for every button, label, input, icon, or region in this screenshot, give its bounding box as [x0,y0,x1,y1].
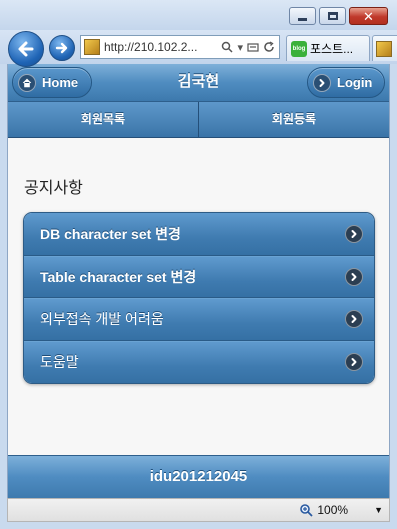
page-footer: idu201212045 [8,455,389,498]
home-icon [18,73,36,92]
notice-item-label: DB character set 변경 [40,225,181,242]
tab-label: 포스트... [310,42,354,56]
nav-tabbar: 회원목록 회원등록 [8,102,389,138]
chevron-right-icon [345,310,363,329]
notice-item[interactable]: DB character set 변경 [24,213,374,256]
compat-view-icon[interactable] [247,41,259,53]
forward-button[interactable] [49,35,75,61]
address-tools: ▾ [221,41,279,54]
notice-item[interactable]: 외부접속 개발 어려움 [24,298,374,341]
browser-navbar: http://210.102.2... ▾ blog 포스트... [0,30,397,67]
refresh-icon[interactable] [263,41,275,53]
notice-item-label: 외부접속 개발 어려움 [40,311,164,328]
notice-list: DB character set 변경 Table character set … [23,212,375,384]
browser-statusbar: 100% ▼ [7,498,390,522]
browser-tab-post[interactable]: blog 포스트... [286,35,370,61]
notice-item[interactable]: Table character set 변경 [24,255,374,298]
maximize-icon [327,12,338,20]
zoom-icon[interactable] [299,503,314,517]
notice-item[interactable]: 도움말 [24,340,374,383]
dropdown-caret-icon[interactable]: ▼ [374,505,383,515]
home-button[interactable]: Home [12,67,92,98]
login-button-label: Login [337,75,373,90]
chevron-right-icon [345,224,363,243]
browser-tab-other[interactable] [372,35,397,61]
page-viewport: Home 김국현 Login 회원목록 회원등록 공지사항 DB charact… [7,64,390,498]
chevron-right-icon [313,73,331,92]
maximize-button[interactable] [319,7,346,25]
dropdown-caret-icon[interactable]: ▾ [237,41,243,54]
chevron-right-icon [345,267,363,286]
tab-member-list[interactable]: 회원목록 [8,102,198,137]
minimize-icon [298,17,307,21]
search-icon[interactable] [221,41,233,53]
home-button-label: Home [42,75,79,90]
site-favicon-icon [376,40,392,57]
notice-item-label: 도움말 [40,354,79,371]
login-button[interactable]: Login [307,67,385,98]
close-window-button[interactable]: ✕ [349,7,388,25]
page-header: Home 김국현 Login [8,64,389,102]
arrow-left-icon [18,41,34,57]
minimize-button[interactable] [289,7,316,25]
chevron-right-icon [345,353,363,372]
close-icon: ✕ [363,8,374,24]
address-bar[interactable]: http://210.102.2... ▾ [80,35,280,59]
arrow-right-icon [55,42,68,54]
window-titlebar: ✕ [0,0,397,30]
tab-member-register[interactable]: 회원등록 [198,102,389,137]
section-title: 공지사항 [24,180,83,197]
address-url[interactable]: http://210.102.2... [104,40,221,54]
blog-favicon-icon: blog [291,40,307,57]
back-button[interactable] [8,31,44,67]
notice-item-label: Table character set 변경 [40,268,197,285]
site-favicon-icon [84,39,100,55]
zoom-level[interactable]: 100% [317,503,348,517]
